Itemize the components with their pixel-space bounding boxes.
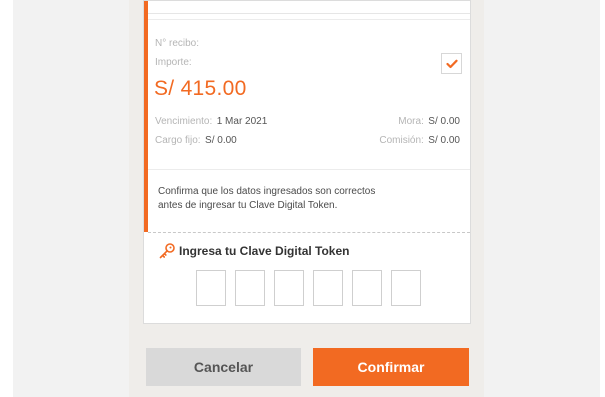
amount-value: S/ 415.00 [154, 77, 247, 100]
token-digit-input[interactable] [235, 270, 265, 306]
token-digit-input[interactable] [274, 270, 304, 306]
token-title-text: Ingresa tu Clave Digital Token [179, 244, 350, 258]
divider [148, 19, 470, 20]
commission-value: S/ 0.00 [428, 135, 460, 146]
payment-card: N° recibo: Importe: S/ 415.00 Vencimient… [143, 0, 471, 324]
token-digit-input[interactable] [352, 270, 382, 306]
receipt-checkbox[interactable] [441, 53, 462, 74]
late-fee-row: Mora: S/ 0.00 [398, 111, 460, 129]
commission-label: Comisión: [379, 135, 424, 146]
notice-line: antes de ingresar tu Clave Digital Token… [158, 200, 338, 211]
commission-row: Comisión: S/ 0.00 [379, 130, 460, 148]
accent-bar [144, 1, 148, 232]
divider [148, 169, 470, 170]
token-section-title: Ingresa tu Clave Digital Token [158, 242, 349, 260]
token-inputs [196, 270, 421, 306]
cancel-button[interactable]: Cancelar [146, 348, 301, 386]
token-digit-input[interactable] [196, 270, 226, 306]
late-fee-value: S/ 0.00 [428, 116, 460, 127]
confirmation-notice: Confirma que los datos ingresados son co… [158, 185, 458, 213]
amount-label: Importe: [155, 57, 192, 68]
fixed-charge-label: Cargo fijo: [155, 135, 201, 146]
previous-item-strip [148, 1, 470, 14]
due-value: 1 Mar 2021 [216, 116, 268, 127]
key-icon [159, 243, 175, 259]
fixed-charge-row: Cargo fijo: S/ 0.00 [155, 130, 237, 148]
dashed-divider [148, 232, 470, 233]
token-digit-input[interactable] [391, 270, 421, 306]
due-row: Vencimiento: 1 Mar 2021 [155, 111, 267, 129]
token-digit-input[interactable] [313, 270, 343, 306]
receipt-number-label: N° recibo: [155, 38, 200, 49]
check-icon [445, 59, 458, 68]
confirm-button[interactable]: Confirmar [313, 348, 469, 386]
due-label: Vencimiento: [155, 116, 213, 127]
notice-line: Confirma que los datos ingresados son co… [158, 186, 376, 197]
late-fee-label: Mora: [398, 116, 424, 127]
fixed-charge-value: S/ 0.00 [205, 135, 237, 146]
